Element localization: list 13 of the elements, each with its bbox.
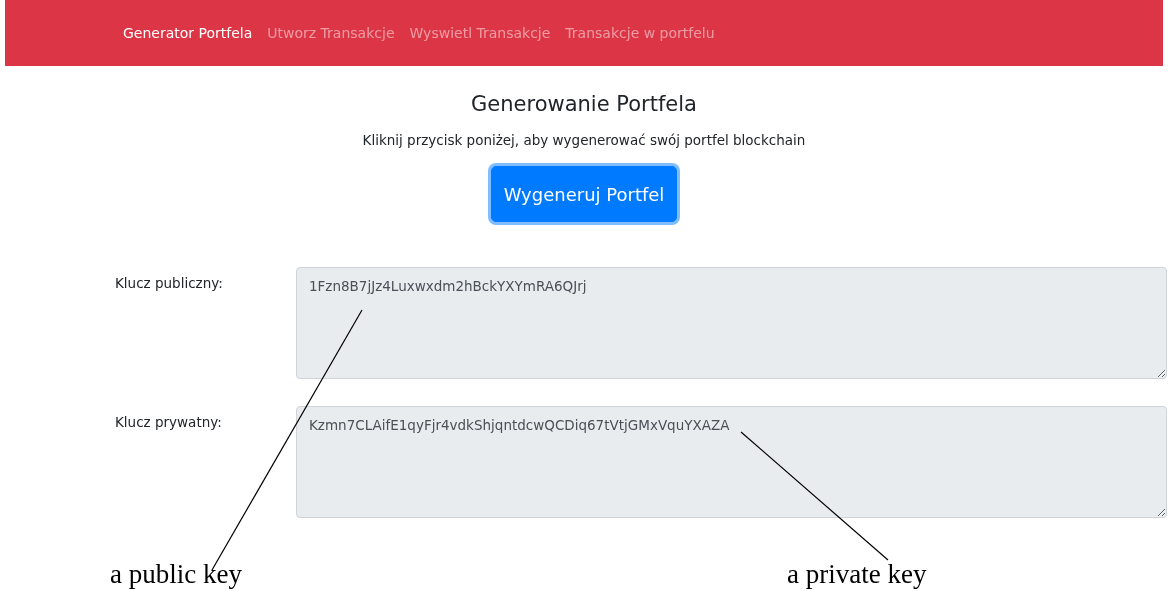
nav-link[interactable]: Wyswietl Transakcje (409, 25, 551, 41)
nav-link[interactable]: Generator Portfela (123, 25, 253, 41)
page-subtitle: Kliknij przycisk poniżej, aby wygenerować swój portfel blockchain (362, 132, 806, 148)
key-field[interactable]: 1Fzn8B7jJz4Luxwxdm2hBckYXYmRA6QJrj (296, 267, 1167, 379)
nav-link[interactable]: Utworz Transakcje (267, 25, 395, 41)
field-label: Klucz publiczny: (115, 274, 224, 293)
annotation-label: a public key (110, 559, 242, 590)
nav-link[interactable]: Transakcje w portfelu (565, 25, 715, 41)
generate-button[interactable]: Wygeneruj Portfel (491, 166, 677, 222)
annotation-label: a private key (787, 559, 927, 590)
page-heading: Generowanie Portfela (471, 92, 697, 116)
key-field[interactable]: Kzmn7CLAifE1qyFjr4vdkShjqntdcwQCDiq67tVtjGMxVquYXAZA (296, 406, 1167, 518)
field-label: Klucz prywatny: (115, 413, 223, 432)
